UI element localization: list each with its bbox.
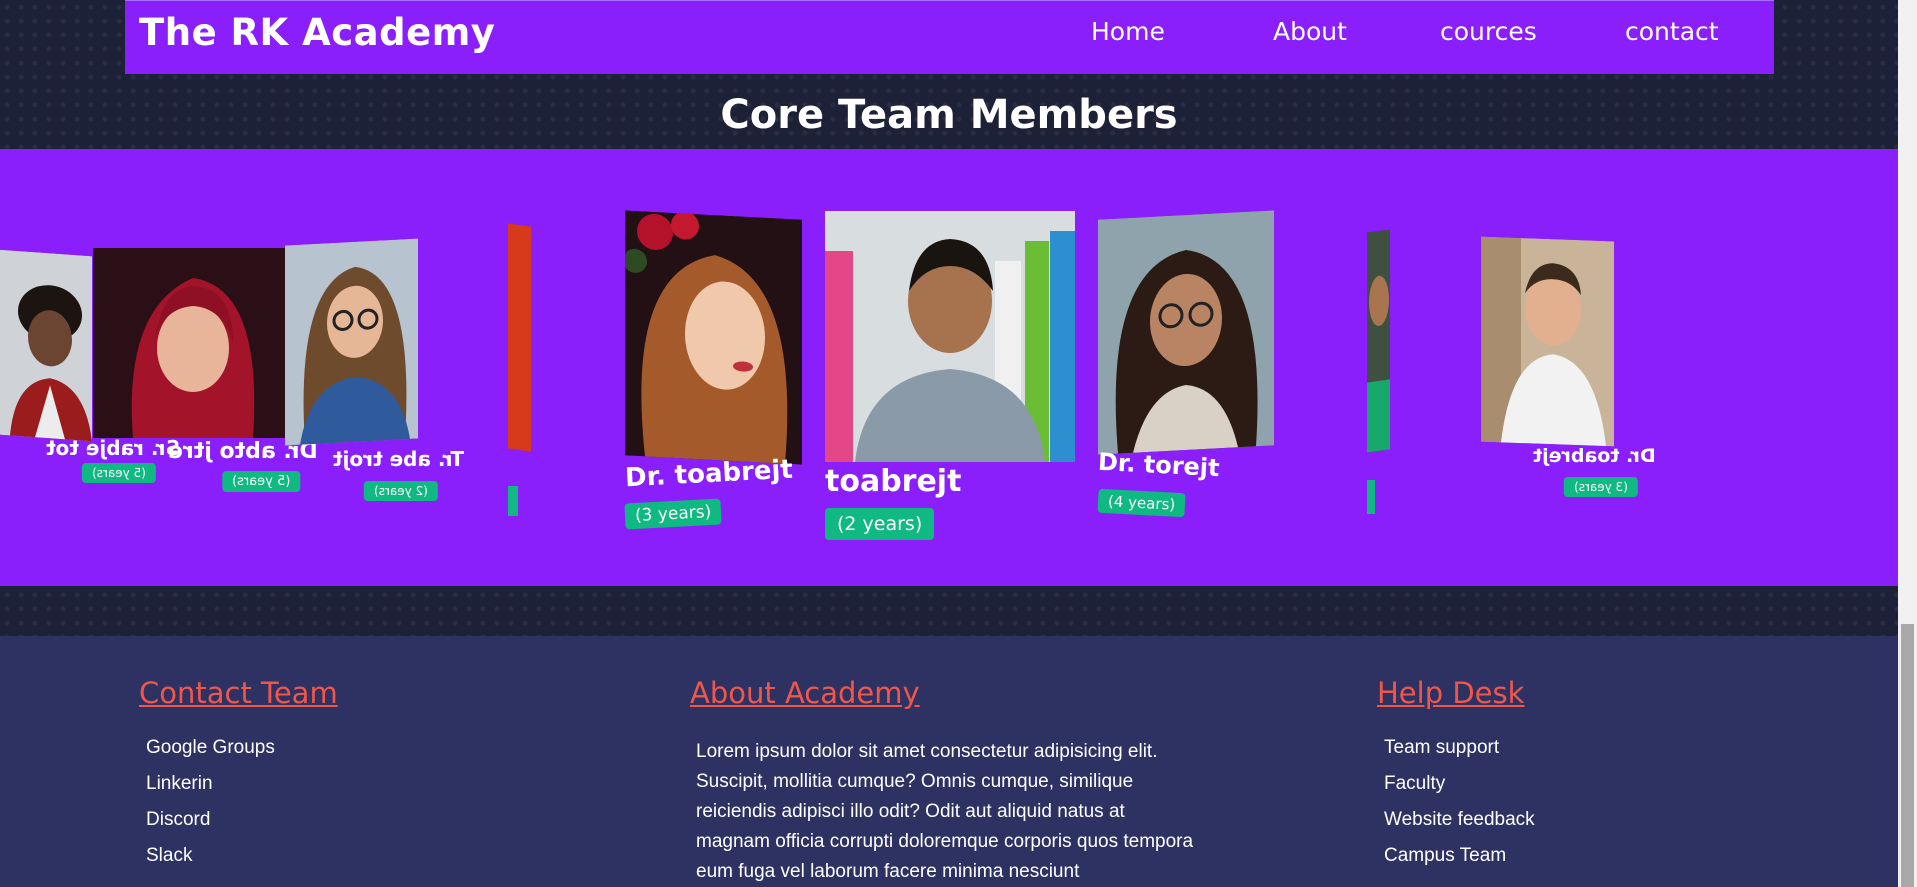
member-experience-badge: (5 years) xyxy=(82,463,156,483)
member-name: Dr. toabrejt xyxy=(624,454,794,494)
member-name: Dr. toabrejt xyxy=(1533,445,1656,467)
scrollbar-thumb[interactable] xyxy=(1901,624,1914,887)
contact-link-linkerin[interactable]: Linkerin xyxy=(146,773,275,809)
team-carousel[interactable]: Sr. rabje tot (5 years) Dr. abto jtre (5… xyxy=(0,149,1898,586)
member-experience-badge xyxy=(508,486,518,516)
member-experience-badge: (3 years) xyxy=(624,498,722,530)
help-desk-heading[interactable]: Help Desk xyxy=(1377,676,1524,710)
contact-team-list: Google Groups Linkerin Discord Slack xyxy=(146,737,275,881)
member-experience-badge: (3 years) xyxy=(1564,477,1638,497)
member-photo xyxy=(508,223,531,452)
help-link-faculty[interactable]: Faculty xyxy=(1384,773,1535,809)
member-experience-badge: (5 years) xyxy=(222,471,301,492)
nav-link-contact[interactable]: contact xyxy=(1625,17,1719,46)
member-name: Dr. torejt xyxy=(1097,447,1221,483)
member-name: toabrejt xyxy=(825,464,962,499)
nav-link-home[interactable]: Home xyxy=(1091,17,1165,46)
contact-link-google-groups[interactable]: Google Groups xyxy=(146,737,275,773)
member-name: Tr. abe trojt xyxy=(333,447,464,471)
nav-link-cources[interactable]: cources xyxy=(1440,17,1537,46)
member-photo xyxy=(0,249,92,442)
site-footer: Contact Team Google Groups Linkerin Disc… xyxy=(0,636,1898,887)
member-photo xyxy=(1367,229,1390,453)
help-link-website-feedback[interactable]: Website feedback xyxy=(1384,809,1535,845)
page-scrollbar[interactable] xyxy=(1898,0,1917,887)
member-name: Sr. rabje tot xyxy=(46,436,180,460)
member-photo xyxy=(1481,236,1614,447)
about-academy-heading[interactable]: About Academy xyxy=(690,676,920,710)
help-link-team-support[interactable]: Team support xyxy=(1384,737,1535,773)
team-section-title: Core Team Members xyxy=(720,92,1178,138)
about-academy-text: Lorem ipsum dolor sit amet consectetur a… xyxy=(696,741,1194,882)
member-photo xyxy=(1098,210,1274,455)
nav-link-about[interactable]: About xyxy=(1273,17,1347,46)
contact-link-slack[interactable]: Slack xyxy=(146,845,275,881)
member-photo xyxy=(285,238,418,446)
member-experience-badge: (4 years) xyxy=(1097,488,1186,518)
member-experience-badge: (2 years) xyxy=(364,481,438,501)
contact-team-heading[interactable]: Contact Team xyxy=(139,676,338,710)
member-experience-badge: (2 years) xyxy=(825,508,935,540)
member-photo xyxy=(625,210,802,465)
member-photo xyxy=(93,248,285,438)
contact-link-discord[interactable]: Discord xyxy=(146,809,275,845)
help-desk-list: Team support Faculty Website feedback Ca… xyxy=(1384,737,1535,881)
top-navbar: The RK Academy Home About cources contac… xyxy=(125,0,1774,74)
member-photo xyxy=(825,211,1075,462)
member-experience-badge xyxy=(1367,480,1375,514)
help-link-campus-team[interactable]: Campus Team xyxy=(1384,845,1535,881)
brand-logo-text[interactable]: The RK Academy xyxy=(139,11,495,54)
